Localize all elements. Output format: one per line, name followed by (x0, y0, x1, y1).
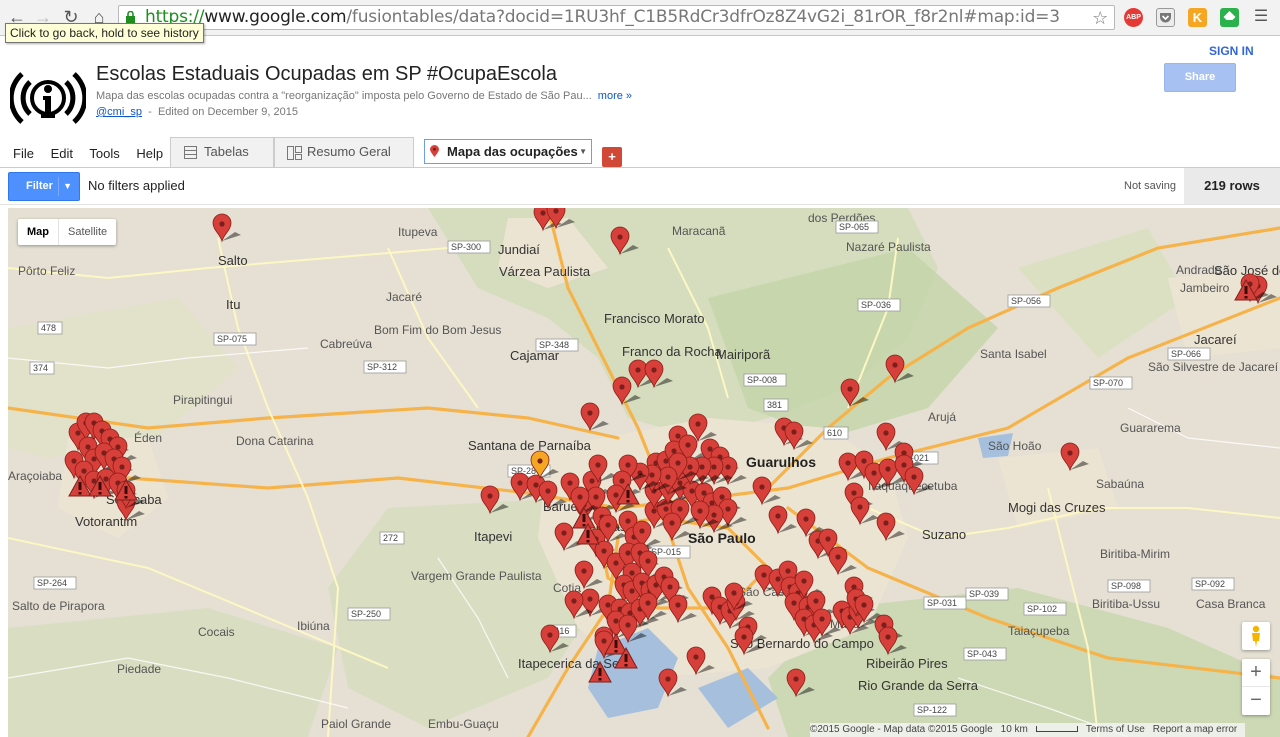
school-marker-icon[interactable] (212, 213, 241, 243)
row-count: 219 rows (1184, 168, 1280, 204)
menu-help[interactable]: Help (136, 146, 163, 161)
meta-separator: - (148, 106, 152, 118)
marker-layer (64, 208, 1277, 698)
scale-label: 10 km (1000, 724, 1028, 735)
tab-resumo-geral[interactable]: Resumo Geral (274, 137, 414, 168)
map-type-satellite-button[interactable]: Satellite (59, 219, 116, 245)
page-description: Mapa das escolas ocupadas contra a "reor… (96, 90, 632, 102)
zoom-in-button[interactable]: + (1242, 659, 1270, 687)
tab-label: Resumo Geral (307, 144, 391, 159)
cmi-logo-icon (10, 72, 86, 124)
school-marker-icon[interactable] (1060, 442, 1089, 472)
school-marker-icon[interactable] (752, 476, 781, 506)
school-marker-icon[interactable] (786, 668, 815, 698)
tab-tabelas[interactable]: Tabelas (170, 137, 274, 168)
filter-status: No filters applied (88, 178, 185, 193)
lock-icon (126, 11, 135, 23)
school-marker-icon[interactable] (658, 668, 687, 698)
map-canvas[interactable]: Guarulhos São Paulo Salto Itu Jundiaí Vá… (8, 208, 1280, 737)
feedly-icon[interactable] (1220, 8, 1239, 27)
table-icon (184, 146, 197, 159)
menu-bar: File Edit Tools Help (13, 146, 176, 161)
report-map-error-link[interactable]: Report a map error (1153, 724, 1237, 735)
page-title: Escolas Estaduais Ocupadas em SP #OcupaE… (96, 63, 557, 85)
school-marker-icon[interactable] (610, 226, 639, 256)
scale-bar (1035, 726, 1078, 733)
more-link[interactable]: more » (598, 90, 632, 102)
school-marker-icon[interactable] (480, 485, 509, 515)
selected-marker-icon[interactable] (530, 450, 559, 480)
filter-bar: Filter ▼ No filters applied Not saving 2… (0, 168, 1280, 205)
school-marker-icon[interactable] (876, 512, 905, 542)
school-marker-icon[interactable] (686, 646, 715, 676)
terms-link[interactable]: Terms of Use (1086, 724, 1145, 735)
school-marker-icon[interactable] (840, 378, 869, 408)
address-bar[interactable]: https://www.google.com/fusiontables/data… (118, 5, 1115, 30)
add-tab-button[interactable]: + (602, 147, 622, 167)
tab-label: Mapa das ocupações (447, 144, 578, 159)
filter-label: Filter (26, 180, 53, 192)
chevron-down-icon[interactable]: ▼ (63, 173, 72, 200)
zoom-control: + − (1242, 659, 1270, 715)
map-type-control: Map Satellite (18, 219, 117, 245)
school-marker-icon[interactable] (668, 594, 697, 624)
bookmark-star-icon[interactable]: ☆ (1092, 7, 1108, 29)
share-button[interactable]: Share (1164, 63, 1236, 92)
pocket-icon[interactable] (1156, 8, 1175, 27)
filter-separator (58, 177, 59, 196)
school-marker-icon[interactable] (850, 496, 879, 526)
zoom-out-button[interactable]: − (1242, 687, 1270, 715)
chevron-down-icon[interactable]: ▼ (579, 140, 587, 163)
school-marker-icon[interactable] (878, 626, 907, 656)
map-footer: ©2015 Google - Map data ©2015 Google 10 k… (810, 723, 1246, 737)
adblock-extension-icon[interactable]: ABP (1124, 8, 1143, 27)
saving-status: Not saving (1124, 180, 1176, 192)
menu-tools[interactable]: Tools (89, 146, 119, 161)
school-marker-icon[interactable] (828, 546, 857, 576)
menu-file[interactable]: File (13, 146, 34, 161)
map-type-map-button[interactable]: Map (18, 219, 59, 245)
warning-marker-icon[interactable] (588, 660, 612, 683)
school-marker-icon[interactable] (662, 512, 691, 542)
k-extension-icon[interactable]: K (1188, 8, 1207, 27)
school-marker-icon[interactable] (768, 505, 797, 535)
doc-meta: @cmi_sp - Edited on December 9, 2015 (96, 106, 298, 118)
edited-date: Edited on December 9, 2015 (157, 106, 298, 118)
filter-button[interactable]: Filter ▼ (8, 172, 80, 201)
url-host: www.google.com (204, 7, 347, 27)
school-marker-icon[interactable] (540, 624, 569, 654)
school-marker-icon[interactable] (574, 560, 603, 590)
school-marker-icon[interactable] (784, 421, 813, 451)
description-text: Mapa das escolas ocupadas contra a "reor… (96, 90, 592, 102)
school-marker-icon[interactable] (904, 466, 933, 496)
sign-in-link[interactable]: SIGN IN (1209, 44, 1254, 58)
school-marker-icon[interactable] (580, 402, 609, 432)
map-pin-icon (430, 145, 439, 157)
url-path: /fusiontables/data?docid=1RU3hf_C1B5RdCr… (346, 7, 1060, 27)
street-view-pegman-icon[interactable] (1242, 622, 1270, 650)
menu-edit[interactable]: Edit (51, 146, 73, 161)
tab-mapa-das-ocupacoes[interactable]: Mapa das ocupações ▼ (424, 139, 592, 164)
author-link[interactable]: @cmi_sp (96, 106, 142, 118)
menu-icon[interactable]: ☰ (1250, 6, 1272, 28)
summary-icon (287, 146, 302, 160)
map-attribution: ©2015 Google - Map data ©2015 Google (810, 724, 993, 735)
school-marker-icon[interactable] (885, 354, 914, 384)
tab-label: Tabelas (204, 144, 249, 159)
back-button-tooltip: Click to go back, hold to see history (5, 23, 204, 43)
